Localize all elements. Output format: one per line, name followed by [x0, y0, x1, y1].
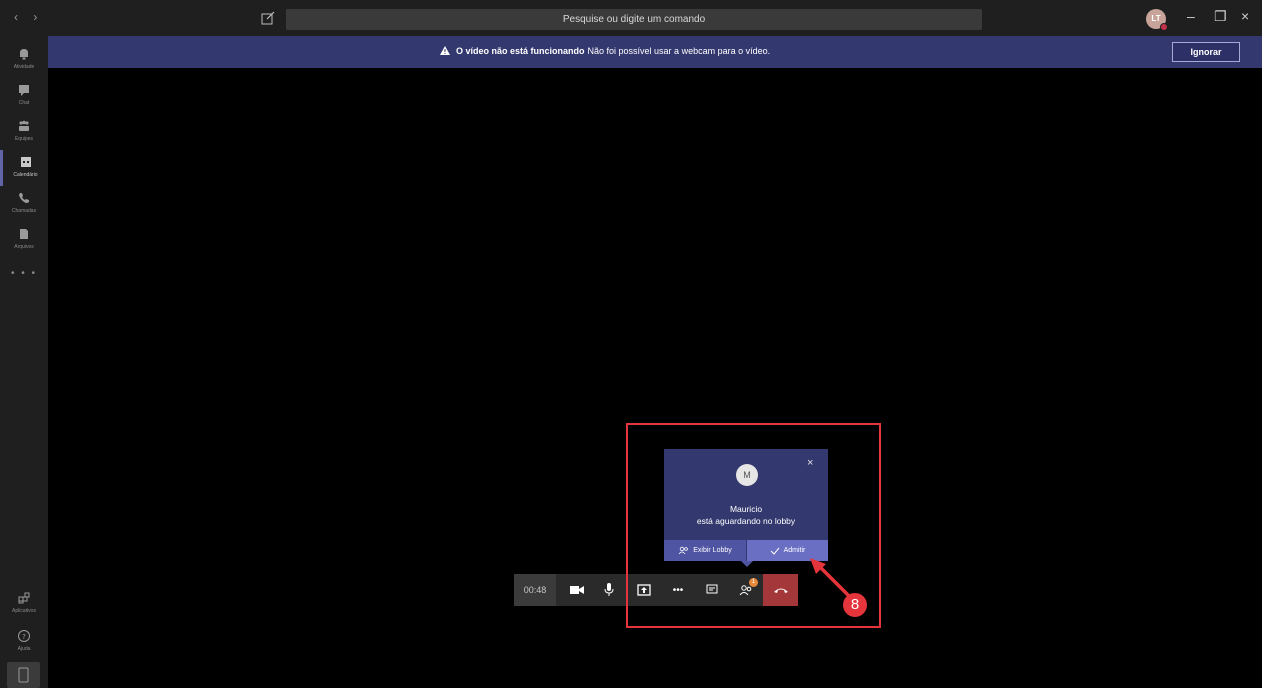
annotation-step-number: 8 — [843, 593, 867, 617]
title-bar: ‹ › Pesquise ou digite um comando LT – ❐… — [0, 0, 1262, 36]
rail-label: Arquivos — [14, 244, 34, 250]
teams-icon — [19, 120, 29, 131]
more-apps-icon[interactable]: • • • — [0, 268, 48, 279]
minimize-button[interactable]: – — [1187, 8, 1195, 24]
rail-label: Ajuda — [17, 646, 31, 652]
rail-item-activity[interactable]: Atividade — [0, 42, 48, 78]
app-rail: Atividade Chat Equipes Calendário Chamad… — [0, 36, 48, 688]
apps-icon — [18, 592, 30, 604]
rail-label: Equipes — [14, 136, 34, 142]
device-icon[interactable] — [7, 662, 40, 688]
camera-icon — [570, 586, 584, 594]
warning-banner: O vídeo não está funcionando Não foi poss… — [48, 36, 1262, 68]
ignore-button[interactable]: Ignorar — [1172, 42, 1240, 62]
rail-item-calls[interactable]: Chamadas — [0, 186, 48, 222]
bell-icon — [20, 49, 28, 60]
search-input[interactable]: Pesquise ou digite um comando — [286, 9, 982, 30]
rail-label: Chamadas — [11, 208, 37, 214]
call-timer: 00:48 — [514, 574, 556, 606]
rail-item-calendar[interactable]: Calendário — [0, 150, 48, 186]
calendar-icon — [20, 157, 31, 167]
warning-icon — [440, 46, 450, 55]
nav-arrows[interactable]: ‹ › — [14, 10, 43, 24]
banner-text: Não foi possível usar a webcam para o ví… — [587, 46, 771, 56]
rail-item-help[interactable]: ? Ajuda — [0, 624, 48, 660]
banner-message: O vídeo não está funcionando Não foi poss… — [440, 46, 770, 56]
chat-icon — [19, 85, 29, 96]
banner-title: O vídeo não está funcionando — [456, 46, 585, 56]
rail-label: Aplicativos — [12, 608, 36, 614]
rail-item-apps[interactable]: Aplicativos — [0, 586, 48, 622]
rail-item-chat[interactable]: Chat — [0, 78, 48, 114]
rail-label: Calendário — [13, 172, 38, 178]
restore-button[interactable]: ❐ — [1214, 8, 1227, 25]
rail-label: Chat — [18, 100, 30, 106]
svg-text:?: ? — [22, 633, 26, 641]
phone-icon — [19, 193, 29, 203]
rail-label: Atividade — [13, 64, 35, 70]
microphone-button[interactable] — [594, 574, 624, 606]
close-button[interactable]: × — [1241, 8, 1249, 24]
rail-item-files[interactable]: Arquivos — [0, 222, 48, 258]
user-avatar[interactable]: LT — [1146, 9, 1168, 31]
compose-icon[interactable] — [260, 10, 276, 26]
files-icon — [20, 229, 28, 239]
camera-button[interactable] — [562, 574, 592, 606]
rail-item-teams[interactable]: Equipes — [0, 114, 48, 150]
user-initials: LT — [1151, 14, 1161, 23]
microphone-icon — [604, 583, 614, 596]
help-icon: ? — [18, 630, 30, 642]
presence-dot — [1160, 23, 1168, 31]
